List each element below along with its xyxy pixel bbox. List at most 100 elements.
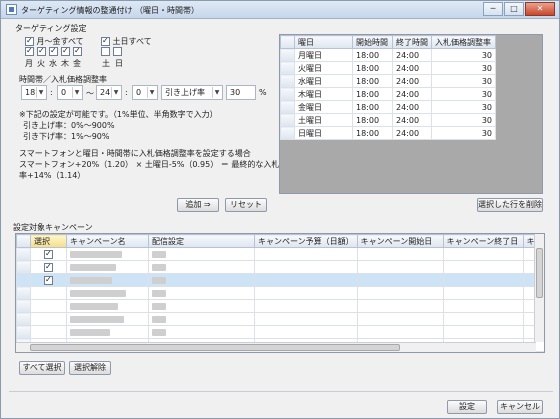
campaign-header-delivery[interactable]: 配信設定 xyxy=(148,234,255,248)
cell-rate: 30 xyxy=(431,113,496,127)
campaign-header-select[interactable]: 選択 xyxy=(30,234,67,248)
wednesday-checkbox[interactable] xyxy=(49,46,58,56)
adjust-value-input[interactable]: 30 xyxy=(226,85,256,100)
tuesday-checkbox[interactable] xyxy=(37,46,46,56)
campaign-row-selected[interactable] xyxy=(16,273,544,287)
redacted-text xyxy=(70,302,118,310)
schedule-row[interactable]: 木曜日 18:00 24:00 30 xyxy=(280,87,496,101)
weekday-all-label: 月～金すべて xyxy=(36,37,84,46)
redacted-text xyxy=(152,289,166,297)
colon: : xyxy=(125,88,128,97)
campaign-table: 選択 キャンペーン名 配信設定 キャンペーン予算（日額） キャンペーン開始日 キ… xyxy=(16,234,544,352)
campaign-row[interactable] xyxy=(16,299,544,313)
cell-rate: 30 xyxy=(431,126,496,140)
adjust-type-select[interactable]: 引き上げ率 ▼ xyxy=(161,85,223,100)
cell-rate: 30 xyxy=(431,87,496,101)
schedule-row[interactable]: 月曜日 18:00 24:00 30 xyxy=(280,48,496,62)
delete-selected-rows-button[interactable]: 選択した行を削除 xyxy=(477,198,543,212)
cancel-button[interactable]: キャンセル xyxy=(497,400,543,414)
redacted-text xyxy=(70,250,122,258)
row-header[interactable] xyxy=(16,325,31,339)
redacted-text xyxy=(70,263,116,271)
cell-end: 24:00 xyxy=(392,126,432,140)
weekend-labels: 土 日 xyxy=(102,58,123,69)
row-header[interactable] xyxy=(280,61,295,75)
add-button[interactable]: 追加 ⇒ xyxy=(177,198,219,212)
note-line-2: 引き上げ率：0%～900% xyxy=(23,121,115,130)
scroll-thumb[interactable] xyxy=(536,248,543,298)
cell-end: 24:00 xyxy=(392,74,432,88)
schedule-row[interactable]: 金曜日 18:00 24:00 30 xyxy=(280,100,496,114)
app-icon xyxy=(6,4,17,15)
cell-start: 18:00 xyxy=(352,126,393,140)
cell-start: 18:00 xyxy=(352,87,393,101)
thursday-checkbox[interactable] xyxy=(61,46,70,56)
friday-label: 金 xyxy=(73,59,81,68)
schedule-row[interactable]: 水曜日 18:00 24:00 30 xyxy=(280,74,496,88)
horizontal-scrollbar[interactable] xyxy=(16,342,536,352)
row-header[interactable] xyxy=(280,87,295,101)
ok-button[interactable]: 設定 xyxy=(447,400,487,414)
row-header[interactable] xyxy=(16,273,31,287)
close-button[interactable]: ✕ xyxy=(525,2,555,16)
row-header[interactable] xyxy=(16,247,31,261)
redacted-text xyxy=(152,276,166,284)
campaign-header-end[interactable]: キャンペーン終了日 xyxy=(442,234,524,248)
cell-day: 金曜日 xyxy=(294,100,353,114)
cell-day: 月曜日 xyxy=(294,48,353,62)
end-hour-spinner[interactable]: 24 ▼ xyxy=(96,85,122,100)
tuesday-label: 火 xyxy=(37,59,45,68)
row-header[interactable] xyxy=(16,286,31,300)
weekend-all-checkbox[interactable] xyxy=(101,36,110,46)
row-header[interactable] xyxy=(280,100,295,114)
sunday-checkbox[interactable] xyxy=(113,47,122,56)
start-minute-spinner[interactable]: 0 ▼ xyxy=(57,85,83,100)
minimize-button[interactable]: ─ xyxy=(483,2,503,16)
redacted-text xyxy=(152,250,166,258)
redacted-text xyxy=(70,328,110,336)
campaign-header-name[interactable]: キャンペーン名 xyxy=(66,234,149,248)
row-header[interactable] xyxy=(16,299,31,313)
campaign-row[interactable] xyxy=(16,247,544,261)
saturday-checkbox[interactable] xyxy=(101,47,110,56)
schedule-row[interactable]: 日曜日 18:00 24:00 30 xyxy=(280,126,496,140)
weekday-labels: 月 火 水 木 金 xyxy=(25,58,81,69)
schedule-row[interactable]: 火曜日 18:00 24:00 30 xyxy=(280,61,496,75)
note-line-1: ※下記の設定が可能です。（1%単位、半角数字で入力） xyxy=(19,110,218,119)
weekday-all-checkbox[interactable] xyxy=(25,36,34,46)
cell-rate: 30 xyxy=(431,100,496,114)
campaign-select-checkbox[interactable] xyxy=(44,262,53,272)
schedule-row[interactable]: 土曜日 18:00 24:00 30 xyxy=(280,113,496,127)
campaign-select-checkbox[interactable] xyxy=(44,249,53,259)
vertical-scrollbar[interactable] xyxy=(534,234,544,342)
campaign-row[interactable] xyxy=(16,325,544,339)
end-hour-value: 24 xyxy=(100,88,111,97)
friday-checkbox[interactable] xyxy=(73,46,82,56)
end-minute-spinner[interactable]: 0 ▼ xyxy=(132,85,158,100)
start-hour-value: 18 xyxy=(25,88,36,97)
campaign-row[interactable] xyxy=(16,260,544,274)
row-header[interactable] xyxy=(16,312,31,326)
row-header[interactable] xyxy=(280,48,295,62)
campaign-row[interactable] xyxy=(16,286,544,300)
cell-day: 土曜日 xyxy=(294,113,353,127)
campaign-header-budget[interactable]: キャンペーン予算（日額） xyxy=(254,234,358,248)
campaign-select-checkbox[interactable] xyxy=(44,275,53,285)
campaign-row[interactable] xyxy=(16,312,544,326)
deselect-button[interactable]: 選択解除 xyxy=(69,361,111,375)
row-header[interactable] xyxy=(280,113,295,127)
monday-checkbox[interactable] xyxy=(25,46,34,56)
row-header[interactable] xyxy=(280,126,295,140)
cell-day: 火曜日 xyxy=(294,61,353,75)
row-header[interactable] xyxy=(16,260,31,274)
row-header[interactable] xyxy=(280,74,295,88)
campaign-header-start[interactable]: キャンペーン開始日 xyxy=(356,234,444,248)
select-all-button[interactable]: すべて選択 xyxy=(19,361,65,375)
maximize-button[interactable]: □ xyxy=(504,2,524,16)
reset-button[interactable]: リセット xyxy=(225,198,267,212)
start-hour-spinner[interactable]: 18 ▼ xyxy=(21,85,47,100)
chevron-down-icon: ▼ xyxy=(212,87,221,98)
cell-day: 木曜日 xyxy=(294,87,353,101)
chevron-down-icon: ▼ xyxy=(36,87,45,98)
scroll-thumb[interactable] xyxy=(30,344,400,351)
